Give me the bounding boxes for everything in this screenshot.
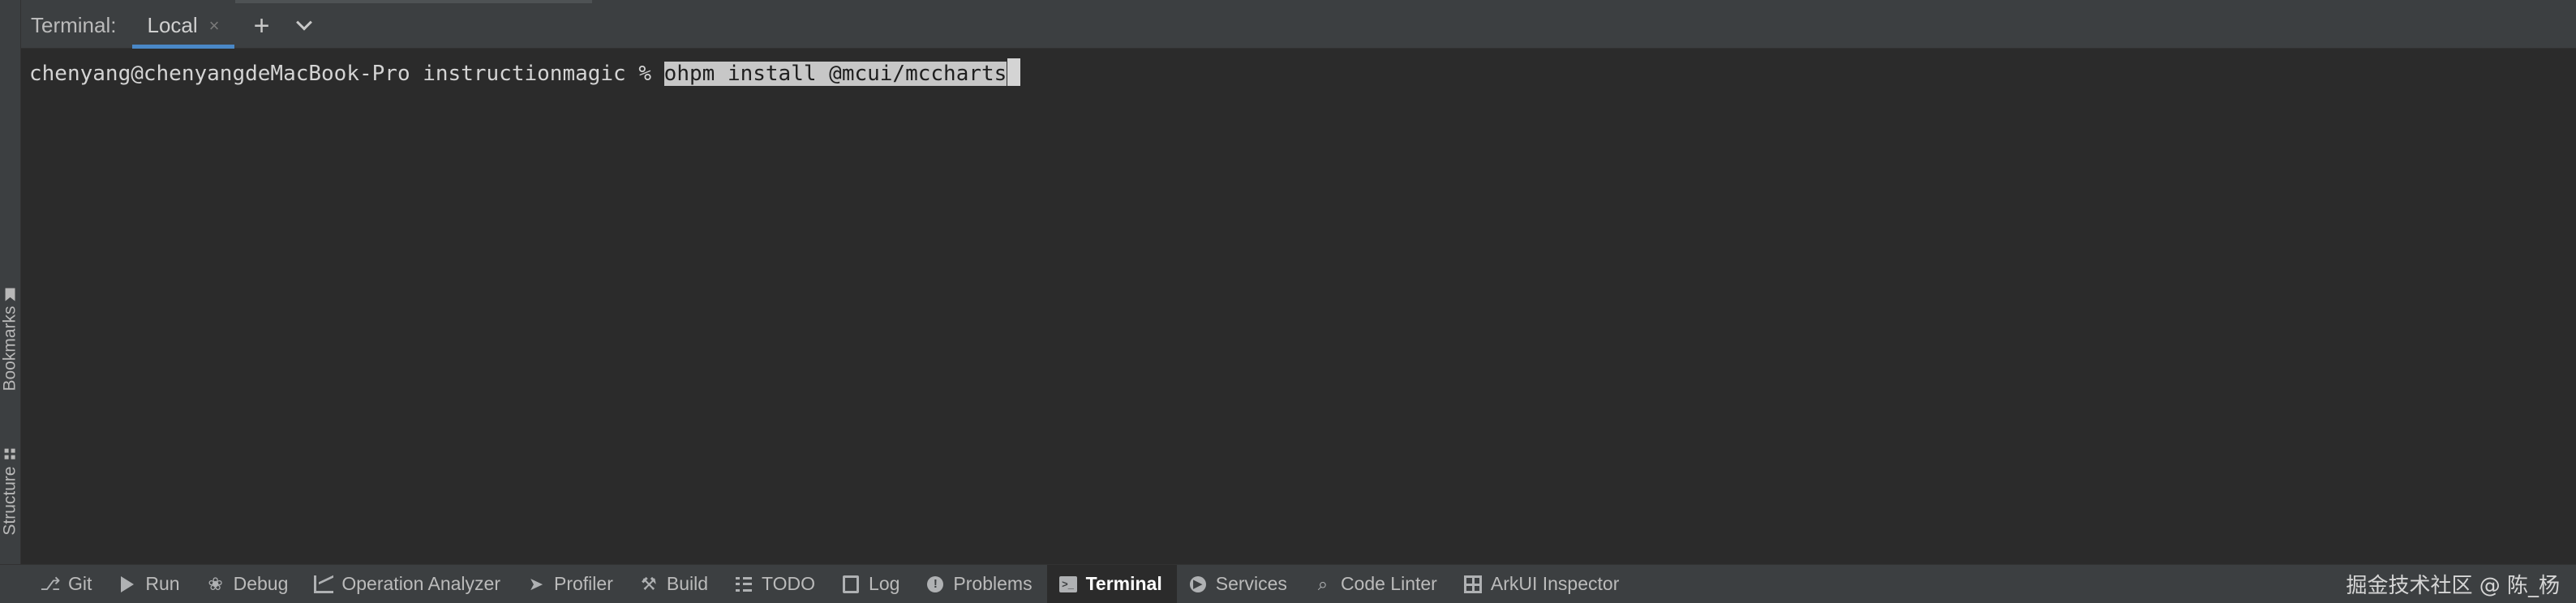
structure-label: Structure <box>1 466 20 536</box>
tool-tab-run[interactable]: Run <box>106 565 194 603</box>
tool-tab-label: Profiler <box>554 573 613 594</box>
tool-tab-terminal[interactable]: >_ Terminal <box>1046 564 1177 603</box>
bookmarks-tool-tab[interactable]: Bookmarks <box>0 276 21 405</box>
tool-tab-label: Build <box>666 573 709 594</box>
terminal-prompt: chenyang@chenyangdeMacBook-Pro instructi… <box>29 62 664 86</box>
bookmarks-label: Bookmarks <box>1 306 19 391</box>
bug-icon: ❀ <box>208 573 223 594</box>
tool-tab-label: Services <box>1215 573 1287 594</box>
git-branch-icon: ⎇ <box>40 573 61 594</box>
left-tool-gutter: Bookmarks Structure <box>0 0 21 564</box>
tab-local[interactable]: Local × <box>131 3 235 49</box>
tool-tab-label: Operation Analyzer <box>341 573 500 594</box>
tool-tab-debug[interactable]: ❀ Debug <box>195 565 303 603</box>
warning-icon: ! <box>925 575 945 594</box>
tool-tab-label: Terminal <box>1085 573 1162 594</box>
tab-options-button[interactable] <box>288 10 320 42</box>
tool-tab-code-linter[interactable]: ⌕ Code Linter <box>1302 565 1452 603</box>
tool-tab-label: TODO <box>762 573 816 594</box>
ide-window: Bookmarks Structure Terminal: Local × + <box>0 0 2576 603</box>
tool-tab-operation-analyzer[interactable]: Operation Analyzer <box>303 565 515 603</box>
tool-tab-label: Debug <box>233 573 289 594</box>
tab-local-label: Local <box>147 13 198 37</box>
services-icon: ▶ <box>1188 575 1208 594</box>
tool-tab-label: Log <box>869 573 900 594</box>
structure-icon <box>5 448 16 460</box>
paper-plane-icon: ➤ <box>528 573 544 594</box>
tool-tab-label: Code Linter <box>1340 573 1437 594</box>
terminal-header: Terminal: Local × + <box>21 3 2576 49</box>
close-icon[interactable]: × <box>209 15 220 36</box>
terminal-title: Terminal: <box>31 13 117 37</box>
chart-icon <box>314 575 334 594</box>
list-icon <box>734 575 753 594</box>
table-icon <box>1463 575 1483 594</box>
tool-tab-log[interactable]: Log <box>830 565 914 603</box>
log-icon <box>841 575 861 594</box>
tool-tab-services[interactable]: ▶ Services <box>1177 565 1302 603</box>
bookmark-icon <box>6 288 15 301</box>
terminal-output[interactable]: chenyang@chenyangdeMacBook-Pro instructi… <box>21 49 2576 564</box>
tool-tab-problems[interactable]: ! Problems <box>914 565 1046 603</box>
tool-tab-profiler[interactable]: ➤ Profiler <box>515 565 628 603</box>
tool-tab-arkui-inspector[interactable]: ArkUI Inspector <box>1452 565 1634 603</box>
tool-tab-label: ArkUI Inspector <box>1490 573 1620 594</box>
terminal-cursor <box>1007 58 1021 86</box>
structure-tool-tab[interactable]: Structure <box>0 431 21 553</box>
new-tab-button[interactable]: + <box>246 10 278 42</box>
code-linter-icon: ⌕ <box>1317 573 1329 594</box>
tool-tab-label: Git <box>68 573 92 594</box>
tool-tab-git[interactable]: ⎇ Git <box>29 565 106 603</box>
plus-icon: + <box>253 10 270 41</box>
tool-tab-label: Problems <box>953 573 1033 594</box>
tool-tab-todo[interactable]: TODO <box>723 565 830 603</box>
chevron-down-icon <box>295 14 312 31</box>
terminal-icon: >_ <box>1058 575 1078 594</box>
tool-tab-build[interactable]: ⚒ Build <box>628 565 723 603</box>
terminal-line: chenyang@chenyangdeMacBook-Pro instructi… <box>29 58 1021 90</box>
hammer-icon: ⚒ <box>640 573 657 594</box>
watermark-text: 掘金技术社区 @ 陈_杨 <box>2346 573 2560 598</box>
tool-tab-label: Run <box>145 573 180 594</box>
bottom-tool-bar: ⎇ Git Run ❀ Debug Operation Analyzer ➤ P… <box>0 564 2576 603</box>
terminal-command[interactable]: ohpm install @mcui/mccharts <box>663 62 1007 86</box>
run-icon <box>118 575 137 594</box>
